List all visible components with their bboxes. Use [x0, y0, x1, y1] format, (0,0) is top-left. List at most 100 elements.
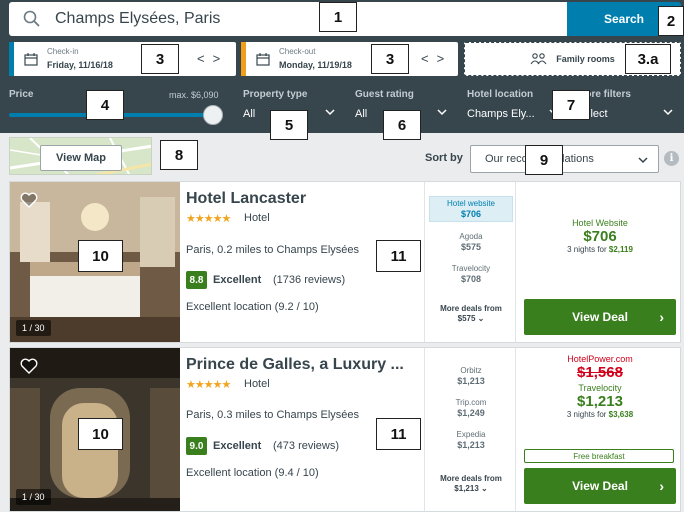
- stay-total-text: 3 nights for: [566, 410, 607, 419]
- price-slider-handle[interactable]: [203, 105, 223, 125]
- annotation-label: 3: [371, 44, 409, 74]
- view-deal-button[interactable]: View Deal ›: [524, 468, 676, 504]
- hotel-location-label: Hotel location: [467, 89, 534, 100]
- stay-total: 3 nights for $3,638: [518, 410, 682, 419]
- deal-option[interactable]: Trip.com $1,249: [429, 398, 513, 418]
- best-deal-price: $1,213: [577, 393, 623, 410]
- calendar-icon: [24, 53, 38, 66]
- search-input[interactable]: Champs Elysées, Paris: [9, 2, 568, 36]
- deal-option[interactable]: Hotel website $706: [429, 196, 513, 222]
- more-deals-price: $1,213 ⌄: [454, 484, 488, 493]
- hotel-type: Hotel: [244, 378, 270, 390]
- hotel-name[interactable]: Prince de Galles, a Luxury ...: [186, 356, 404, 374]
- deal-site: Orbitz: [460, 366, 482, 375]
- best-deal-site: Travelocity: [578, 383, 622, 393]
- annotation-label: 2: [658, 6, 684, 36]
- more-deals-label: More deals from: [440, 474, 502, 483]
- original-deal-site: HotelPower.com: [567, 354, 633, 364]
- hotel-type: Hotel: [244, 212, 270, 224]
- annotation-label: 10: [78, 240, 123, 272]
- checkout-field[interactable]: Check-out Monday, 11/19/18 <>: [241, 42, 458, 76]
- original-price: $1,568: [577, 364, 623, 381]
- checkout-arrows[interactable]: <>: [421, 51, 452, 66]
- free-breakfast-badge: Free breakfast: [524, 449, 674, 463]
- checkin-value: Friday, 11/16/18: [47, 60, 113, 70]
- review-count[interactable]: (473 reviews): [273, 440, 339, 452]
- guest-rating-dropdown[interactable]: All: [355, 108, 367, 120]
- chevron-down-icon: [663, 109, 673, 116]
- deal-option[interactable]: Travelocity $708: [429, 264, 513, 284]
- family-icon: [530, 53, 547, 65]
- best-deal-site: Hotel Website: [572, 218, 628, 228]
- best-deal-price: $706: [583, 228, 617, 245]
- checkout-label: Check-out: [279, 47, 316, 56]
- chevron-right-icon: ›: [659, 478, 664, 494]
- hotel-location: Paris, 0.3 miles to Champs Elysées: [186, 409, 360, 421]
- review-count[interactable]: (1736 reviews): [273, 274, 345, 286]
- best-deal: HotelPower.com $1,568 Travelocity $1,213…: [518, 354, 682, 419]
- star-rating: ★★★★★: [186, 379, 231, 391]
- search-query: Champs Elysées, Paris: [55, 10, 221, 27]
- more-deals-link[interactable]: More deals from $1,213 ⌄: [429, 474, 513, 493]
- hotel-location: Paris, 0.2 miles to Champs Elysées: [186, 244, 360, 256]
- view-map-button[interactable]: View Map: [40, 145, 122, 171]
- best-deal: Hotel Website $706 3 nights for $2,119: [518, 218, 682, 254]
- view-deal-label: View Deal: [572, 310, 628, 324]
- deal-price: $708: [460, 274, 482, 284]
- prev-date-arrow[interactable]: <: [197, 51, 213, 66]
- family-rooms-label: Family rooms: [556, 54, 615, 64]
- deal-site: Agoda: [459, 232, 483, 241]
- annotation-label: 3: [141, 44, 179, 74]
- star-rating: ★★★★★: [186, 213, 231, 225]
- deal-site: Expedia: [456, 430, 486, 439]
- search-icon: [23, 10, 40, 27]
- property-type-dropdown[interactable]: All: [243, 108, 255, 120]
- checkin-field[interactable]: Check-in Friday, 11/16/18 <>: [9, 42, 236, 76]
- deal-option[interactable]: Orbitz $1,213: [429, 366, 513, 386]
- annotation-label: 11: [376, 418, 421, 450]
- price-filter-label: Price: [9, 89, 34, 100]
- location-rating: Excellent location (9.4 / 10): [186, 467, 319, 479]
- deal-site: Trip.com: [455, 398, 487, 407]
- next-date-arrow[interactable]: >: [213, 51, 229, 66]
- location-rating: Excellent location (9.2 / 10): [186, 301, 319, 313]
- rating-word: Excellent: [213, 274, 262, 286]
- deal-site: Hotel website: [446, 199, 496, 208]
- annotation-label: 6: [383, 110, 421, 140]
- stay-total-price: $2,119: [608, 245, 633, 254]
- deal-option[interactable]: Expedia $1,213: [429, 430, 513, 450]
- sort-dropdown[interactable]: Our recommendations: [470, 145, 659, 173]
- price-max-label: max. $6,090: [169, 90, 219, 100]
- property-type-label: Property type: [243, 89, 308, 100]
- checkin-accent: [9, 42, 14, 76]
- view-deal-button[interactable]: View Deal ›: [524, 299, 676, 335]
- checkout-value: Monday, 11/19/18: [279, 60, 352, 70]
- rating-badge: 9.0: [186, 437, 207, 455]
- hotel-name[interactable]: Hotel Lancaster: [186, 190, 306, 208]
- annotation-label: 10: [78, 418, 123, 450]
- annotation-label: 3.a: [625, 44, 671, 74]
- checkin-label: Check-in: [47, 47, 79, 56]
- more-deals-link[interactable]: More deals from $575 ⌄: [429, 304, 513, 323]
- deal-price: $1,249: [457, 408, 485, 418]
- deal-price: $1,213: [457, 376, 485, 386]
- view-deal-label: View Deal: [572, 479, 628, 493]
- info-icon[interactable]: i: [664, 151, 679, 166]
- hotel-location-dropdown[interactable]: Champs Ely...: [467, 108, 535, 120]
- favorite-heart-icon[interactable]: [20, 358, 38, 374]
- annotation-label: 9: [525, 145, 563, 175]
- annotation-label: 7: [552, 90, 590, 120]
- deals-column: Orbitz $1,213 Trip.com $1,249 Expedia $1,21…: [424, 348, 516, 511]
- checkout-accent: [241, 42, 246, 76]
- chevron-right-icon: ›: [659, 309, 664, 325]
- checkin-arrows[interactable]: <>: [197, 51, 228, 66]
- deal-price: $1,213: [457, 440, 485, 450]
- stay-total-text: 3 nights for: [567, 245, 607, 254]
- deal-price: $575: [460, 242, 482, 252]
- next-date-arrow[interactable]: >: [437, 51, 453, 66]
- prev-date-arrow[interactable]: <: [421, 51, 437, 66]
- deal-option[interactable]: Agoda $575: [429, 232, 513, 252]
- annotation-label: 4: [86, 90, 124, 120]
- favorite-heart-icon[interactable]: [20, 192, 38, 208]
- chevron-down-icon: [325, 109, 335, 116]
